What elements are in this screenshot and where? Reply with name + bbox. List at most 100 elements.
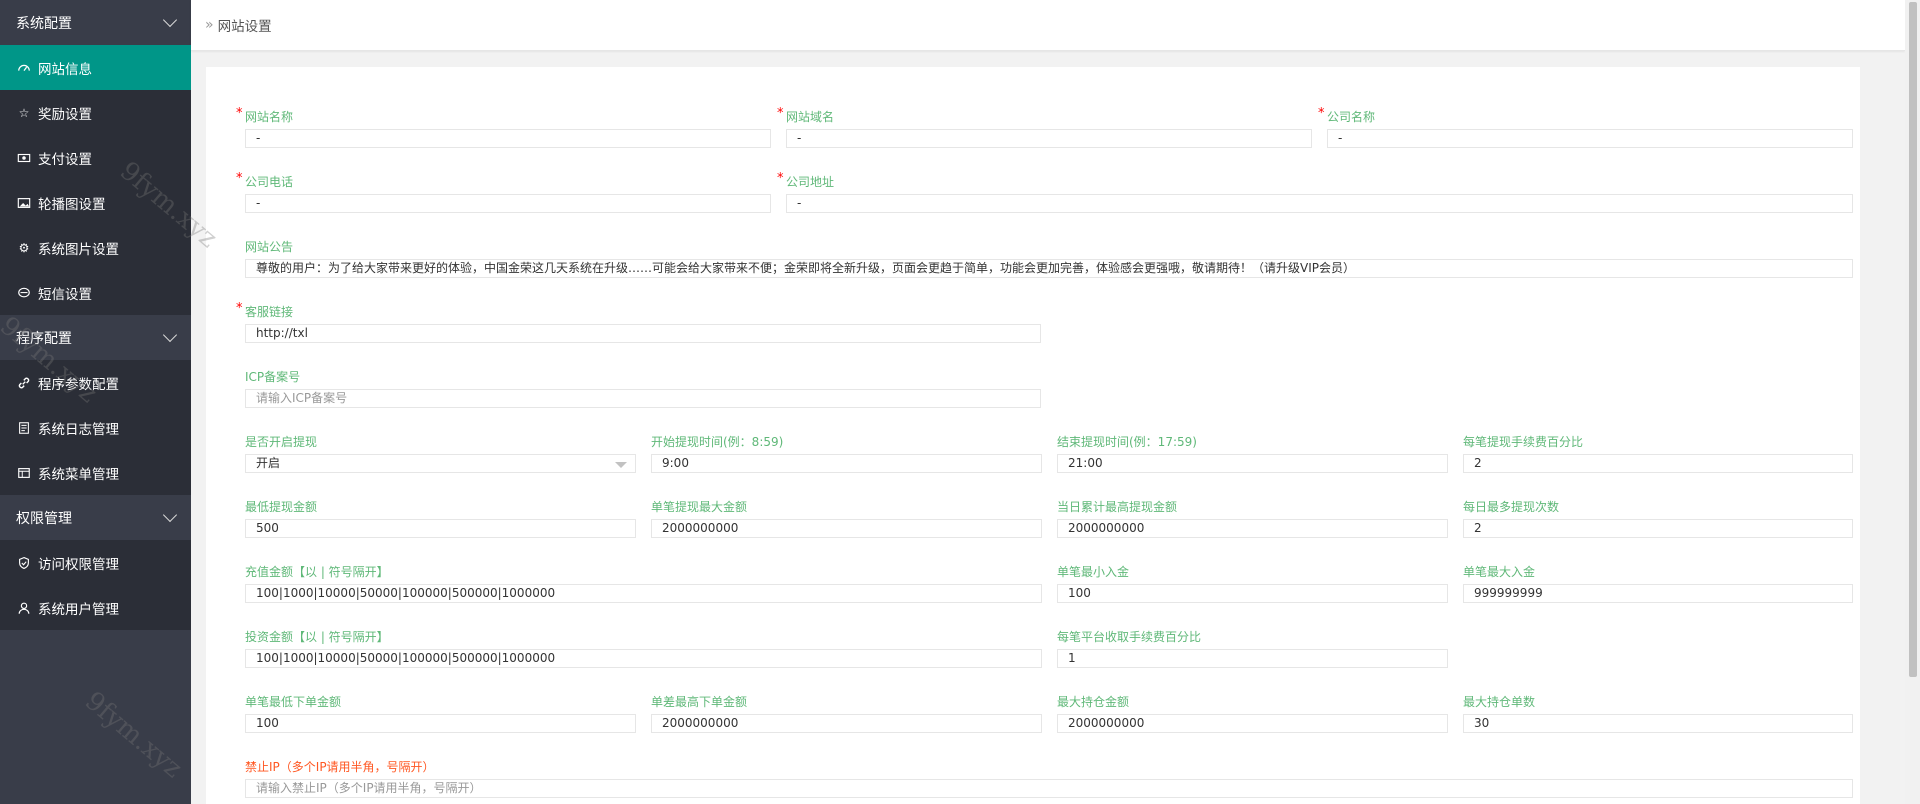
withdraw-start-input[interactable]: 9:00 — [651, 454, 1042, 473]
ban-ip-field: 禁止IP（多个IP请用半角，号隔开） 请输入禁止IP（多个IP请用半角，号隔开） — [245, 759, 1853, 798]
sidebar-item-system-users[interactable]: 系统用户管理 — [0, 585, 191, 630]
max-order-field: 单差最高下单金额 2000000000 — [651, 694, 1042, 733]
sidebar-item-sms-settings[interactable]: 短信设置 — [0, 270, 191, 315]
sidebar-item-label: 系统菜单管理 — [38, 466, 119, 483]
max-position-amount-field: 最大持仓金额 2000000000 — [1057, 694, 1448, 733]
min-order-input[interactable]: 100 — [245, 714, 636, 733]
withdraw-fee-input[interactable]: 2 — [1463, 454, 1853, 473]
max-position-count-input[interactable]: 30 — [1463, 714, 1853, 733]
sidebar-group-system-config[interactable]: 系统配置 — [0, 0, 191, 45]
platform-fee-input[interactable]: 1 — [1057, 649, 1448, 668]
message-icon — [16, 285, 32, 301]
max-position-amount-label: 最大持仓金额 — [1057, 695, 1130, 709]
user-icon — [16, 600, 32, 616]
select-value: 开启 — [256, 456, 281, 470]
sidebar-group-program-config[interactable]: 程序配置 — [0, 315, 191, 360]
max-withdraw-single-input[interactable]: 2000000000 — [651, 519, 1042, 538]
max-position-count-field: 最大持仓单数 30 — [1463, 694, 1853, 733]
company-name-label: 公司名称 — [1327, 110, 1376, 124]
max-order-input[interactable]: 2000000000 — [651, 714, 1042, 733]
platform-fee-field: 每笔平台收取手续费百分比 1 — [1057, 629, 1448, 668]
withdraw-enabled-label: 是否开启提现 — [245, 435, 318, 449]
sidebar-item-system-log[interactable]: 系统日志管理 — [0, 405, 191, 450]
sidebar-item-label: 系统图片设置 — [38, 241, 119, 258]
max-deposit-field: 单笔最大入金 999999999 — [1463, 564, 1853, 603]
recharge-amounts-input[interactable]: 100|1000|10000|50000|100000|500000|10000… — [245, 584, 1042, 603]
sidebar-item-label: 支付设置 — [38, 151, 92, 168]
invest-amounts-input[interactable]: 100|1000|10000|50000|100000|500000|10000… — [245, 649, 1042, 668]
site-domain-label: 网站域名 — [786, 110, 835, 124]
required-mark: * — [1318, 106, 1325, 121]
top-header: » 网站设置 — [191, 0, 1905, 51]
site-domain-input[interactable]: - — [786, 129, 1312, 148]
withdraw-end-field: 结束提现时间(例：17:59) 21:00 — [1057, 434, 1448, 473]
icp-input[interactable]: 请输入ICP备案号 — [245, 389, 1041, 408]
company-phone-label: 公司电话 — [245, 175, 294, 189]
sidebar-item-access-permission[interactable]: 访问权限管理 — [0, 540, 191, 585]
sidebar-group-label: 系统配置 — [16, 15, 72, 32]
sidebar-item-carousel-settings[interactable]: 轮播图设置 — [0, 180, 191, 225]
shield-icon — [16, 555, 32, 571]
company-phone-field: * 公司电话 - — [236, 171, 771, 213]
sidebar-group-permission[interactable]: 权限管理 — [0, 495, 191, 540]
invest-amounts-label: 投资金额【以 | 符号隔开】 — [245, 630, 389, 644]
window-icon — [16, 465, 32, 481]
sidebar-item-label: 奖励设置 — [38, 106, 92, 123]
sidebar-item-program-params[interactable]: 程序参数配置 — [0, 360, 191, 405]
double-chevron-right-icon: » — [205, 17, 214, 33]
site-domain-field: * 网站域名 - — [777, 106, 1312, 148]
max-position-amount-input[interactable]: 2000000000 — [1057, 714, 1448, 733]
withdraw-end-input[interactable]: 21:00 — [1057, 454, 1448, 473]
max-withdraw-daily-label: 当日累计最高提现金额 — [1057, 500, 1178, 514]
min-deposit-label: 单笔最小入金 — [1057, 565, 1130, 579]
sidebar-item-label: 轮播图设置 — [38, 196, 106, 213]
site-name-input[interactable]: - — [245, 129, 771, 148]
company-phone-input[interactable]: - — [245, 194, 771, 213]
dashboard-icon — [16, 60, 32, 76]
company-address-input[interactable]: - — [786, 194, 1853, 213]
icp-field: ICP备案号 请输入ICP备案号 — [245, 369, 1041, 408]
notice-label: 网站公告 — [245, 240, 294, 254]
max-withdraw-daily-field: 当日累计最高提现金额 2000000000 — [1057, 499, 1448, 538]
settings-form: * 网站名称 - * 网站域名 - * 公司名称 - * 公司电话 - * 公司… — [206, 67, 1860, 804]
service-link-input[interactable]: http://txl — [245, 324, 1041, 343]
required-mark: * — [236, 106, 243, 121]
min-withdraw-label: 最低提现金额 — [245, 500, 318, 514]
sidebar-item-payment-settings[interactable]: 支付设置 — [0, 135, 191, 180]
sidebar-item-reward-settings[interactable]: ☆ 奖励设置 — [0, 90, 191, 135]
max-withdraw-count-field: 每日最多提现次数 2 — [1463, 499, 1853, 538]
company-name-input[interactable]: - — [1327, 129, 1853, 148]
min-order-label: 单笔最低下单金额 — [245, 695, 342, 709]
min-deposit-field: 单笔最小入金 100 — [1057, 564, 1448, 603]
sidebar-item-site-info[interactable]: 网站信息 — [0, 45, 191, 90]
log-icon — [16, 420, 32, 436]
company-address-label: 公司地址 — [786, 175, 835, 189]
invest-amounts-field: 投资金额【以 | 符号隔开】 100|1000|10000|50000|1000… — [245, 629, 1042, 668]
max-position-count-label: 最大持仓单数 — [1463, 695, 1536, 709]
image-icon — [16, 195, 32, 211]
chevron-down-icon — [162, 507, 178, 522]
min-withdraw-input[interactable]: 500 — [245, 519, 636, 538]
sidebar-item-system-image-settings[interactable]: ⚙ 系统图片设置 — [0, 225, 191, 270]
sidebar-item-system-menu[interactable]: 系统菜单管理 — [0, 450, 191, 495]
sidebar-item-label: 短信设置 — [38, 286, 92, 303]
caret-down-icon — [615, 462, 627, 468]
ban-ip-input[interactable]: 请输入禁止IP（多个IP请用半角，号隔开） — [245, 779, 1853, 798]
max-deposit-input[interactable]: 999999999 — [1463, 584, 1853, 603]
withdraw-enabled-field: 是否开启提现 开启 — [245, 434, 636, 473]
withdraw-enabled-select[interactable]: 开启 — [245, 454, 636, 473]
sidebar: 系统配置 网站信息 ☆ 奖励设置 支付设置 轮播图设置 ⚙ 系统图片设置 短信设… — [0, 0, 191, 804]
withdraw-start-field: 开始提现时间(例：8:59) 9:00 — [651, 434, 1042, 473]
required-mark: * — [236, 301, 243, 316]
max-withdraw-count-label: 每日最多提现次数 — [1463, 500, 1560, 514]
min-deposit-input[interactable]: 100 — [1057, 584, 1448, 603]
max-withdraw-daily-input[interactable]: 2000000000 — [1057, 519, 1448, 538]
sidebar-item-label: 程序参数配置 — [38, 376, 119, 393]
scrollbar-thumb[interactable] — [1909, 2, 1917, 677]
notice-input[interactable]: 尊敬的用户：为了给大家带来更好的体验，中国金荣这几天系统在升级……可能会给大家带… — [245, 259, 1853, 278]
site-name-label: 网站名称 — [245, 110, 294, 124]
service-link-field: * 客服链接 http://txl — [236, 301, 1041, 343]
chevron-down-icon — [162, 327, 178, 342]
service-link-label: 客服链接 — [245, 305, 294, 319]
max-withdraw-count-input[interactable]: 2 — [1463, 519, 1853, 538]
